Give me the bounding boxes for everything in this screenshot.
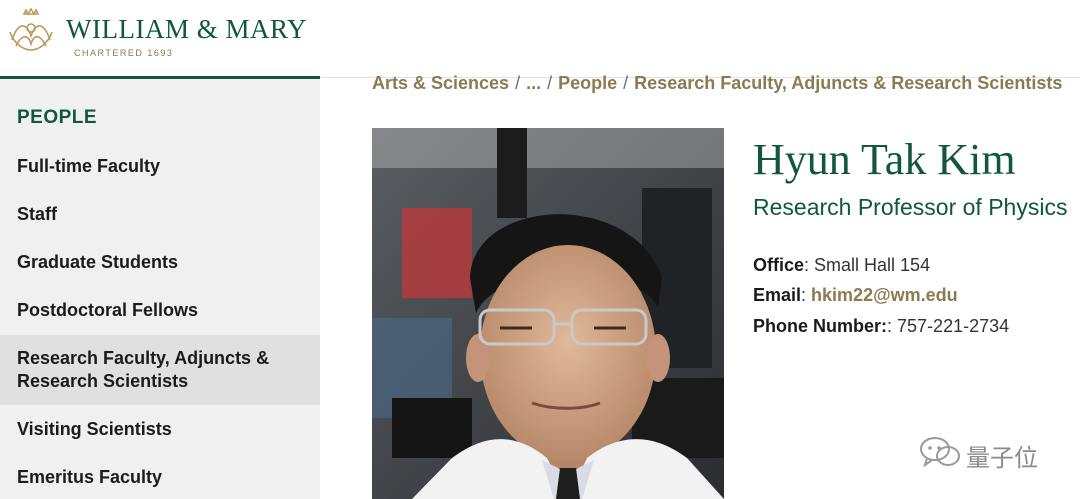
sidebar-item-label: Postdoctoral Fellows <box>17 300 199 320</box>
office-row: Office: Small Hall 154 <box>753 255 931 275</box>
breadcrumb: Arts & Sciences /... / People / Research Facu… <box>372 73 1062 94</box>
profile-photo <box>372 128 724 499</box>
breadcrumb-separator: / <box>623 73 629 93</box>
cypher-logo-icon[interactable] <box>4 6 58 60</box>
sidebar-item-staff[interactable]: Staff <box>0 203 320 226</box>
breadcrumb-link-arts-sciences[interactable]: Arts & Sciences <box>372 73 509 93</box>
sidebar-heading[interactable]: PEOPLE <box>17 107 97 129</box>
watermark-text: 量子位 <box>966 445 1038 472</box>
sidebar-item-full-time-faculty[interactable]: Full-time Faculty <box>0 155 320 178</box>
breadcrumb-link-research-faculty[interactable]: Research Faculty, Adjuncts & Research Sc… <box>634 73 1062 93</box>
profile-title: Research Professor of Physics <box>753 194 1068 220</box>
portrait-image <box>372 128 724 499</box>
sidebar-item-label: Research Faculty, Adjuncts & Research Sc… <box>17 348 270 391</box>
breadcrumb-separator: / <box>547 73 553 93</box>
email-label: Email <box>753 285 802 305</box>
breadcrumb-separator: / <box>515 73 521 93</box>
site-header: WILLIAM & MARY CHARTERED 1693 <box>0 0 1080 76</box>
wechat-icon <box>920 437 960 468</box>
sidebar-item-label: Full-time Faculty <box>17 156 161 176</box>
office-value: Small Hall 154 <box>814 255 931 275</box>
phone-value: 757-221-2734 <box>897 316 1010 336</box>
sidebar-item-research-faculty[interactable]: Research Faculty, Adjuncts & Research Sc… <box>0 335 320 405</box>
logo-subtitle: CHARTERED 1693 <box>74 48 174 58</box>
email-link[interactable]: hkim22@wm.edu <box>811 285 958 305</box>
phone-label: Phone Number: <box>753 316 888 336</box>
sidebar-item-label: Visiting Scientists <box>17 419 172 439</box>
breadcrumb-ellipsis[interactable]: ... <box>526 73 541 93</box>
profile-name: Hyun Tak Kim <box>753 135 1016 184</box>
email-row: Email: hkim22@wm.edu <box>753 285 958 305</box>
sidebar-nav: PEOPLE Full-time Faculty Staff Graduate … <box>0 79 320 499</box>
breadcrumb-link-people[interactable]: People <box>558 73 617 93</box>
logo-wordmark[interactable]: WILLIAM & MARY <box>66 14 307 45</box>
sidebar-item-label: Emeritus Faculty <box>17 467 163 487</box>
sidebar-item-visiting-scientists[interactable]: Visiting Scientists <box>0 418 320 441</box>
office-label: Office <box>753 255 805 275</box>
phone-row: Phone Number:: 757-221-2734 <box>753 316 1010 336</box>
sidebar-item-emeritus-faculty[interactable]: Emeritus Faculty <box>0 466 320 489</box>
sidebar-item-label: Staff <box>17 204 57 224</box>
sidebar-item-label: Graduate Students <box>17 252 179 272</box>
sidebar-item-postdoctoral-fellows[interactable]: Postdoctoral Fellows <box>0 299 320 322</box>
sidebar-item-graduate-students[interactable]: Graduate Students <box>0 251 320 274</box>
